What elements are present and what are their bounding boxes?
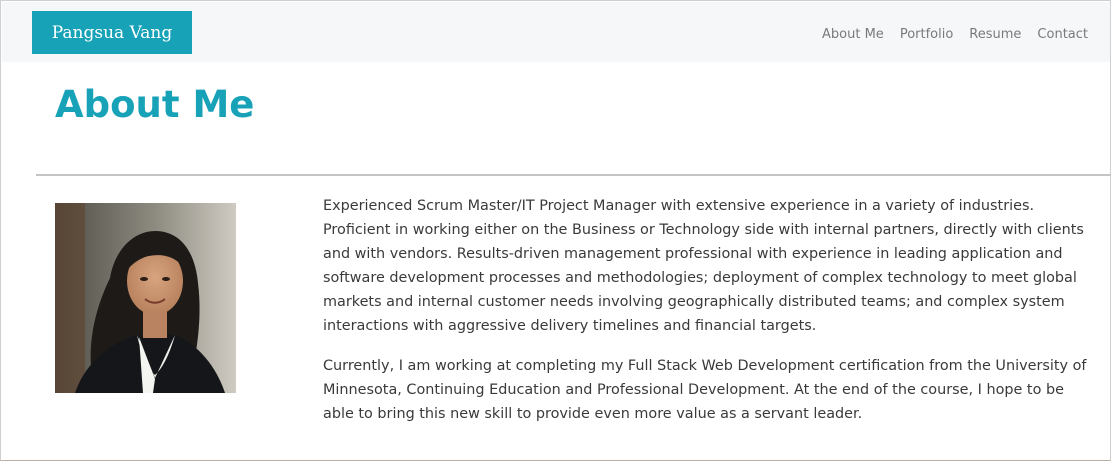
page-title: About Me <box>55 83 255 126</box>
nav-links: About Me Portfolio Resume Contact <box>822 23 1088 45</box>
bio-paragraph-2: Currently, I am working at completing my… <box>323 358 1087 422</box>
brand-logo-link[interactable]: Pangsua Vang <box>32 11 192 54</box>
browser-viewport: Pangsua Vang About Me Portfolio Resume C… <box>0 0 1111 461</box>
nav-link-portfolio[interactable]: Portfolio <box>900 27 953 42</box>
section-divider <box>36 174 1111 176</box>
nav-link-about-me[interactable]: About Me <box>822 27 884 42</box>
top-navbar: Pangsua Vang About Me Portfolio Resume C… <box>2 2 1110 62</box>
bio-text: Experienced Scrum Master/IT Project Mana… <box>323 194 1093 442</box>
nav-link-contact[interactable]: Contact <box>1037 27 1088 42</box>
profile-photo <box>55 203 236 393</box>
bio-paragraph-1: Experienced Scrum Master/IT Project Mana… <box>323 198 1084 334</box>
profile-photo-image <box>55 203 236 393</box>
nav-link-resume[interactable]: Resume <box>969 27 1021 42</box>
